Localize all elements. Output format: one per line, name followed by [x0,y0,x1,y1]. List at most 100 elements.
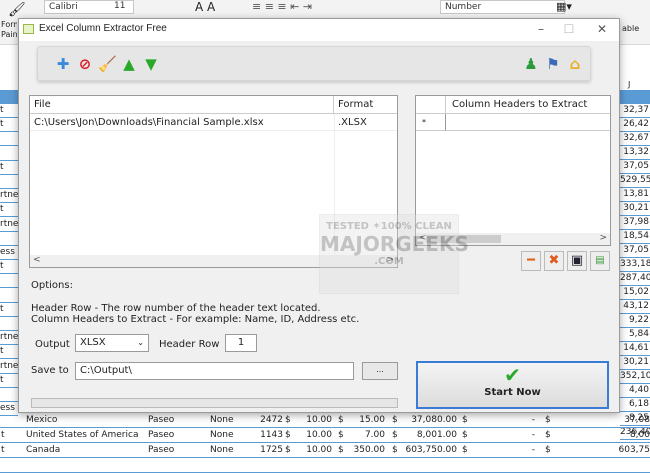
minimize-button[interactable]: – [531,22,551,36]
load-excel-icon[interactable]: ▤ [590,251,610,271]
cell: t [1,428,5,442]
cell: 603,75 [619,443,650,457]
cell-value[interactable]: 32,67 [620,132,650,146]
font-size-box[interactable]: 11 [110,0,152,14]
browse-button[interactable]: ... [362,362,398,380]
cell-value[interactable]: 9,22 [620,314,650,328]
cell: 7.00 [365,428,385,442]
cell-fragment[interactable] [0,147,18,161]
cell-fragment[interactable] [0,175,18,189]
flag-icon[interactable]: ⚑ [544,55,562,73]
move-up-icon[interactable]: ▲ [120,55,138,73]
cell-fragment[interactable]: t [0,345,18,359]
window-title: Excel Column Extractor Free [39,23,167,34]
cell-fragment[interactable]: ess [0,246,18,260]
number-format-box[interactable]: Number [440,0,565,14]
cell-fragment[interactable]: t [0,161,18,175]
column-headers-to-extract[interactable]: Column Headers to Extract [446,96,610,114]
cell-fragment[interactable]: t [0,260,18,274]
cell-value[interactable]: 13,32 [620,146,650,160]
cell-value[interactable]: 5,84 [620,328,650,342]
sheet-row[interactable] [0,458,650,473]
cell-value[interactable]: 30,21 [620,356,650,370]
options-label: Options: [31,280,73,291]
sheet-row[interactable]: tUnited States of AmericaPaseoNone1143$1… [0,428,650,443]
cell-fragment[interactable]: t [0,303,18,317]
cell-value[interactable]: 4,40 [620,384,650,398]
header-row-input[interactable]: 1 [225,334,257,352]
cell-fragment[interactable]: t [0,203,18,217]
cell-fragment[interactable]: rtner [0,189,18,203]
cell-value[interactable]: 6,18 [620,398,650,412]
cell-value[interactable]: 26,42 [620,118,650,132]
column-file[interactable]: File [30,96,334,114]
help-column-headers: Column Headers to Extract - For example:… [31,314,359,325]
cell-value[interactable]: 529,55 [620,174,650,188]
output-select[interactable]: XLSX ⌄ [75,334,149,352]
cell: t [1,443,5,457]
cell: $ [392,413,398,427]
left-header-cell [0,90,18,104]
row-header-corner [416,96,446,114]
save-to-input[interactable]: C:\Output\ [75,362,354,380]
cell-fragment[interactable]: t [0,104,18,118]
cell: None [210,413,233,427]
close-button[interactable]: ✕ [592,22,612,36]
sheet-row[interactable]: tCanadaPaseoNone1725$10.00$350.00$603,75… [0,443,650,458]
save-icon[interactable]: ▣ [567,251,587,271]
borders-icon[interactable]: ▦▾ [556,0,572,13]
cell-value[interactable]: 43,12 [620,300,650,314]
cell-value[interactable]: 15,02 [620,286,650,300]
user-icon[interactable]: ♟ [522,55,540,73]
remove-header-button[interactable]: ━ [521,251,541,271]
cell-value[interactable]: 287,40 [620,272,650,286]
title-bar: Excel Column Extractor Free – ☐ ✕ [19,19,619,41]
cell: $ [392,428,398,442]
cell-fragment[interactable]: rtner [0,360,18,374]
cell-fragment[interactable]: rtner [0,331,18,345]
cell-value[interactable]: 32,37 [620,104,650,118]
cell-value[interactable]: 14,61 [620,342,650,356]
format-painter-icon[interactable]: 🖌 [8,2,26,18]
remove-icon[interactable]: ⊘ [76,55,94,73]
output-value: XLSX [80,337,106,348]
font-grow-icon[interactable]: A A [195,0,215,14]
cell-value[interactable]: 18,54 [620,230,650,244]
cell-fragment[interactable] [0,317,18,331]
cell: $ [545,413,551,427]
clear-icon[interactable]: 🧹 [98,55,116,73]
cell-fragment[interactable] [0,289,18,303]
cell: $ [338,443,344,457]
cell: $ [462,428,468,442]
cell: Paseo [148,428,174,442]
cell-value[interactable]: 13,81 [620,188,650,202]
cell-fragment[interactable] [0,388,18,402]
cell: None [210,443,233,457]
sheet-row[interactable]: MexicoPaseoNone2472$10.00$15.00$37,080.0… [0,413,650,428]
chevron-down-icon: ⌄ [137,338,144,347]
delete-all-button[interactable]: ✖ [544,251,564,271]
maximize-button[interactable]: ☐ [559,22,579,36]
file-row[interactable]: C:\Users\Jon\Downloads\Financial Sample.… [30,115,397,131]
cell-value[interactable]: 333,18 [620,258,650,272]
cell-fragment[interactable] [0,274,18,288]
align-icons[interactable]: ≡ ≡ ≡ ⇤ ⇥ [252,0,312,13]
home-icon[interactable]: ⌂ [566,55,584,73]
cell: 8,00 [630,428,650,442]
cell-fragment[interactable]: t [0,374,18,388]
add-icon[interactable]: ✚ [54,55,72,73]
move-down-icon[interactable]: ▼ [142,55,160,73]
cell-fragment[interactable] [0,132,18,146]
start-now-button[interactable]: ✔ Start Now [416,361,609,409]
cell-value[interactable]: 30,21 [620,202,650,216]
cell: $ [462,443,468,457]
cell-fragment[interactable]: rtner [0,218,18,232]
cell-value[interactable]: 37,98 [620,216,650,230]
cell-value[interactable]: 37,05 [620,244,650,258]
cell-fragment[interactable]: t [0,118,18,132]
header-input-cell[interactable] [446,114,610,131]
cell-value[interactable]: 352,10 [620,370,650,384]
cell-fragment[interactable] [0,232,18,246]
column-format[interactable]: Format [334,96,397,114]
cell-value[interactable]: 37,05 [620,160,650,174]
